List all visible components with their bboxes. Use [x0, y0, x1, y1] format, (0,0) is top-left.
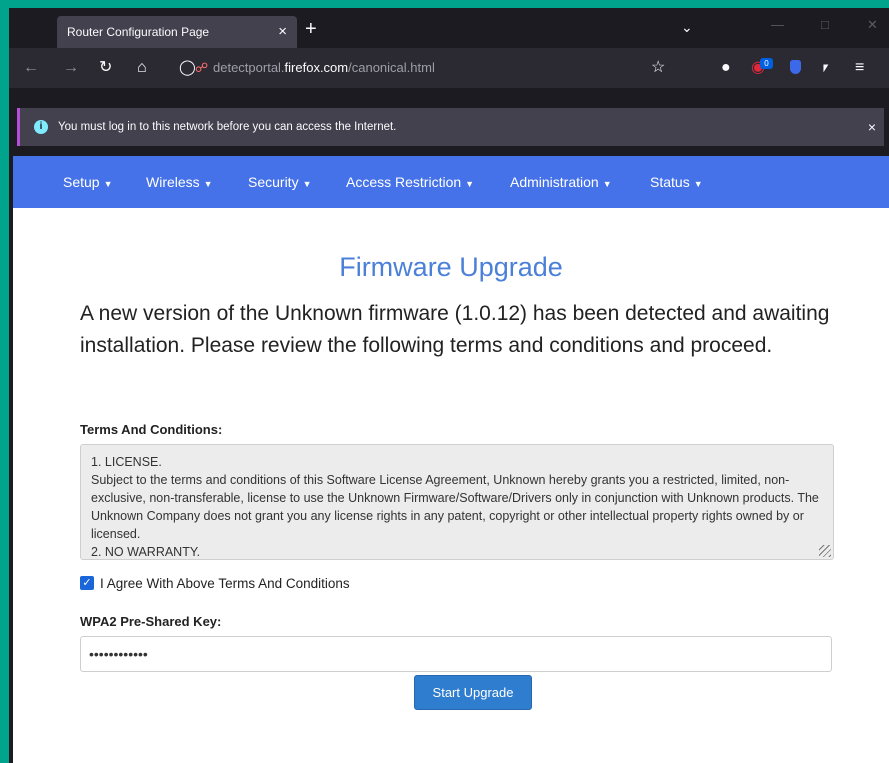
menu-access-restriction-label: Access Restriction [346, 174, 462, 190]
app-menu-icon[interactable]: ≡ [855, 48, 864, 88]
chevron-down-icon[interactable]: ⌄ [681, 19, 693, 36]
notification-close-icon[interactable]: × [868, 108, 876, 146]
minimize-icon[interactable]: — [771, 17, 784, 32]
bitwarden-icon[interactable] [790, 60, 801, 74]
caret-down-icon: ▼ [693, 179, 703, 189]
navigation-toolbar: ← → ↻ ⌂ ◯ ☍ detectportal.firefox.com/can… [9, 48, 889, 88]
upgrade-intro-text: A new version of the Unknown firmware (1… [80, 302, 830, 357]
start-upgrade-button[interactable]: Start Upgrade [414, 675, 532, 710]
resize-grip-icon[interactable] [819, 545, 831, 557]
window-close-icon[interactable]: ✕ [867, 17, 878, 33]
menu-wireless[interactable]: Wireless ▼ [146, 156, 213, 208]
menu-security-label: Security [248, 174, 299, 190]
caret-down-icon: ▼ [203, 179, 213, 189]
caret-down-icon: ▼ [602, 179, 612, 189]
reload-icon[interactable]: ↻ [99, 48, 112, 88]
caret-down-icon: ▼ [103, 179, 113, 189]
notification-message: You must log in to this network before y… [58, 121, 397, 133]
caret-down-icon: ▼ [465, 179, 475, 189]
psk-password-input[interactable]: •••••••••••• [80, 636, 832, 672]
psk-masked-value: •••••••••••• [89, 646, 148, 662]
menu-setup[interactable]: Setup ▼ [63, 156, 113, 208]
menu-administration-label: Administration [510, 174, 599, 190]
menu-status[interactable]: Status ▼ [650, 156, 703, 208]
terms-label: Terms And Conditions: [80, 422, 223, 437]
captive-portal-notification: i You must log in to this network before… [17, 108, 884, 146]
url-path: /canonical.html [348, 60, 435, 75]
menu-administration[interactable]: Administration ▼ [510, 156, 612, 208]
url-domain: firefox.com [284, 60, 349, 75]
menu-security[interactable]: Security ▼ [248, 156, 312, 208]
new-tab-icon[interactable]: + [305, 18, 317, 41]
back-icon[interactable]: ← [23, 48, 39, 88]
tracking-shield-icon[interactable]: ◯ [179, 48, 196, 88]
forward-icon[interactable]: → [63, 48, 79, 88]
insecure-lock-icon[interactable]: ☍ [195, 48, 208, 88]
tab-close-icon[interactable]: × [278, 16, 287, 48]
bookmark-star-icon[interactable]: ☆ [651, 48, 665, 88]
url-prefix: detectportal. [213, 60, 285, 75]
terms-text: 1. LICENSE. Subject to the terms and con… [91, 455, 819, 559]
agree-checkbox[interactable]: ✓ [80, 576, 94, 590]
router-menu-bar: Setup ▼ Wireless ▼ Security ▼ Access Restri… [13, 156, 889, 208]
browser-window: Router Configuration Page × + ⌄ — □ ✕ ← … [9, 8, 889, 763]
caret-down-icon: ▼ [302, 179, 312, 189]
menu-setup-label: Setup [63, 174, 100, 190]
home-icon[interactable]: ⌂ [137, 48, 147, 88]
menu-wireless-label: Wireless [146, 174, 200, 190]
agree-label: I Agree With Above Terms And Conditions [100, 576, 350, 591]
info-icon: i [34, 120, 48, 134]
psk-label: WPA2 Pre-Shared Key: [80, 614, 222, 629]
tab-title: Router Configuration Page [67, 25, 210, 39]
page-title: Firmware Upgrade [339, 252, 563, 282]
menu-status-label: Status [650, 174, 690, 190]
maximize-icon[interactable]: □ [821, 17, 829, 32]
browser-tab[interactable]: Router Configuration Page × [57, 16, 297, 48]
extensions-puzzle-icon[interactable]: ⎖ [819, 48, 832, 88]
url-bar[interactable]: detectportal.firefox.com/canonical.html [213, 48, 435, 88]
account-icon[interactable]: ● [721, 48, 731, 88]
terms-textarea[interactable]: 1. LICENSE. Subject to the terms and con… [80, 444, 834, 560]
page-content: Setup ▼ Wireless ▼ Security ▼ Access Restri… [13, 156, 889, 763]
menu-access-restriction[interactable]: Access Restriction ▼ [346, 156, 474, 208]
extension-badge: 0 [760, 58, 773, 69]
tab-strip: Router Configuration Page × + ⌄ — □ ✕ [9, 8, 889, 48]
